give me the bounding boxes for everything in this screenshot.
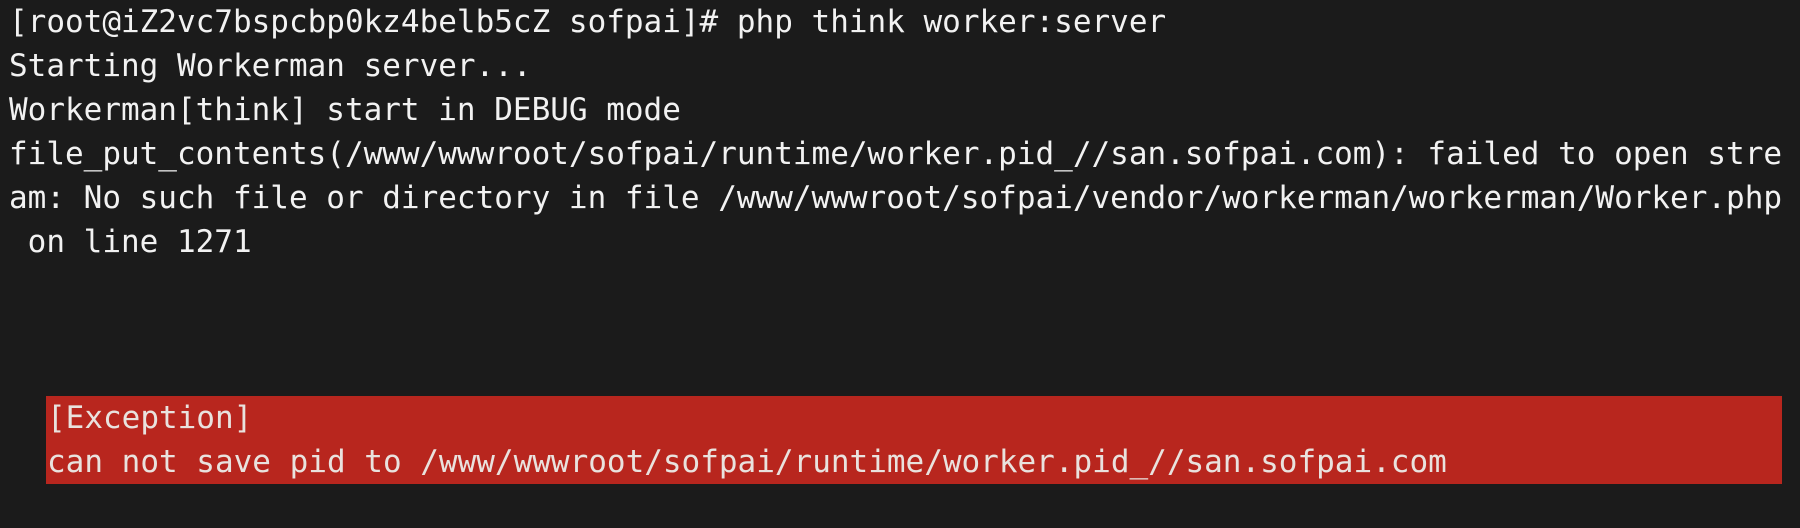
error-line: on line 1271 — [9, 224, 252, 260]
error-line: am: No such file or directory in file /w… — [9, 180, 1783, 216]
output-line: Starting Workerman server... — [9, 48, 532, 84]
command-prompt-line: [root@iZ2vc7bspcbp0kz4belb5cZ sofpai]# p… — [9, 4, 1167, 40]
exception-banner: [Exception] can not save pid to /www/www… — [46, 396, 1782, 484]
exception-message: can not save pid to /www/wwwroot/sofpai/… — [47, 444, 1447, 480]
terminal-output: [root@iZ2vc7bspcbp0kz4belb5cZ sofpai]# p… — [9, 0, 1782, 264]
output-line: Workerman[think] start in DEBUG mode — [9, 92, 681, 128]
terminal-window[interactable]: [root@iZ2vc7bspcbp0kz4belb5cZ sofpai]# p… — [0, 0, 1800, 528]
error-line: file_put_contents(/www/wwwroot/sofpai/ru… — [9, 136, 1783, 172]
exception-title: [Exception] — [47, 400, 253, 436]
